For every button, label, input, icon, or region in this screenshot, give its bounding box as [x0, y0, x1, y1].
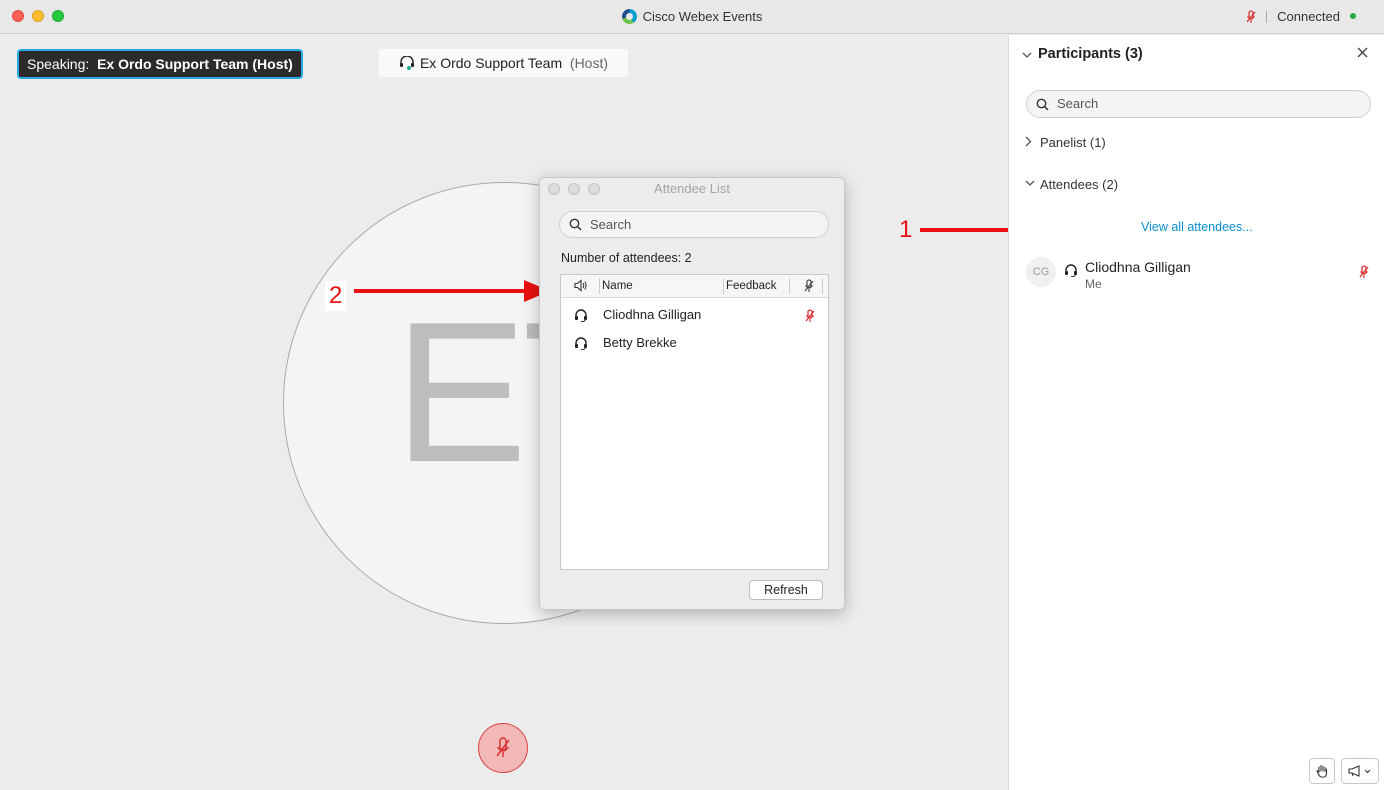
attendee-row[interactable]: Betty Brekke — [561, 329, 828, 357]
webex-logo-icon — [621, 9, 637, 24]
host-name: Ex Ordo Support Team — [419, 55, 563, 71]
speaking-name: Ex Ordo Support Team (Host) — [97, 56, 293, 72]
mic-muted-icon — [496, 737, 510, 757]
headset-icon — [574, 309, 588, 322]
collapse-chevron-icon[interactable] — [1022, 52, 1032, 59]
column-divider — [723, 278, 724, 294]
annotation-arrow-2 — [354, 280, 550, 302]
column-divider — [599, 278, 600, 294]
column-feedback[interactable]: Feedback — [726, 280, 777, 292]
speaking-indicator: Speaking: Ex Ordo Support Team (Host) — [17, 49, 303, 79]
dialog-search-input[interactable]: Search — [559, 211, 829, 238]
participants-panel: Participants (3) Search Panelist (1) Att… — [1008, 35, 1384, 790]
attendees-section[interactable]: Attendees (2) — [1040, 177, 1118, 192]
annotation-number-1: 1 — [899, 216, 913, 243]
participants-search-placeholder: Search — [1057, 96, 1099, 111]
close-icon[interactable] — [1357, 47, 1368, 58]
participant-sub-label: Me — [1085, 277, 1102, 291]
mic-muted-icon[interactable] — [1359, 265, 1369, 279]
mic-column-icon[interactable] — [804, 279, 814, 293]
mute-button[interactable] — [478, 723, 528, 773]
participants-title: Participants (3) — [1038, 46, 1143, 62]
window-title-text: Cisco Webex Events — [642, 9, 763, 24]
search-icon — [1036, 98, 1049, 111]
chevron-down-icon[interactable] — [1025, 180, 1035, 187]
column-divider — [789, 278, 790, 294]
video-stage: Speaking: Ex Ordo Support Team (Host) Ex… — [0, 35, 1008, 790]
speaking-prefix: Speaking: — [27, 56, 90, 72]
avatar: CG — [1026, 257, 1056, 287]
reactions-menu-button[interactable] — [1341, 758, 1379, 784]
active-speaker-chip: Ex Ordo Support Team (Host) — [379, 49, 628, 77]
dialog-search-placeholder: Search — [590, 217, 632, 232]
headset-icon — [1064, 264, 1078, 277]
megaphone-icon — [1348, 765, 1371, 777]
attendee-count: Number of attendees: 2 — [561, 251, 692, 265]
headset-icon — [399, 56, 415, 70]
connection-status: Connected — [1246, 9, 1340, 24]
status-divider — [1266, 10, 1268, 23]
connected-indicator-icon — [1350, 13, 1356, 19]
column-name[interactable]: Name — [602, 280, 633, 292]
speaker-column-icon[interactable] — [574, 279, 588, 292]
headset-icon — [574, 337, 588, 350]
attendee-name: Betty Brekke — [603, 335, 677, 350]
column-divider — [822, 278, 823, 294]
participants-search-input[interactable]: Search — [1026, 90, 1371, 118]
chevron-right-icon[interactable] — [1025, 136, 1032, 147]
mic-muted-icon[interactable] — [805, 309, 815, 323]
participant-name[interactable]: Cliodhna Gilligan — [1085, 259, 1191, 275]
window-title: Cisco Webex Events — [0, 9, 1384, 24]
attendee-row[interactable]: Cliodhna Gilligan — [561, 301, 828, 329]
mic-muted-icon[interactable] — [1246, 9, 1256, 24]
attendee-name: Cliodhna Gilligan — [603, 307, 702, 322]
refresh-button[interactable]: Refresh — [749, 580, 823, 600]
panelist-section[interactable]: Panelist (1) — [1040, 135, 1106, 150]
dialog-title: Attendee List — [654, 181, 730, 196]
attendee-table-header: Name Feedback — [561, 275, 828, 298]
attendee-table: Name Feedback Cliodhna Gilligan Betty Br… — [560, 274, 829, 570]
view-all-attendees-link[interactable]: View all attendees... — [1141, 220, 1253, 234]
attendee-list-dialog: Attendee List Search Number of attendees… — [539, 177, 845, 610]
hand-icon — [1315, 764, 1327, 778]
annotation-number-2: 2 — [325, 281, 347, 311]
raise-hand-button[interactable] — [1309, 758, 1335, 784]
title-bar: Cisco Webex Events Connected — [0, 0, 1384, 34]
host-role: (Host) — [569, 55, 609, 71]
connection-status-text: Connected — [1277, 9, 1340, 24]
search-icon — [569, 218, 582, 231]
